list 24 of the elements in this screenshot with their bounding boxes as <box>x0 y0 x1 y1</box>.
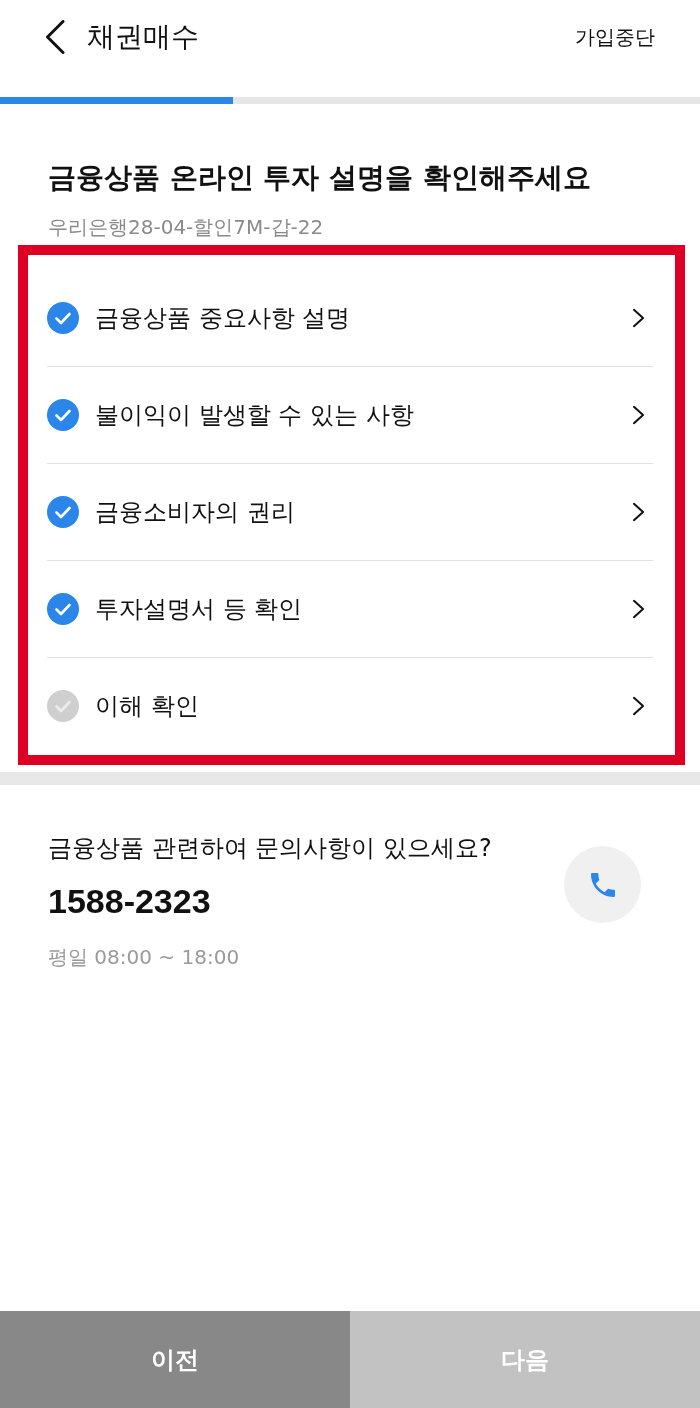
chevron-right-icon <box>632 405 645 425</box>
product-name: 우리은행28-04-할인7M-갑-22 <box>48 214 325 240</box>
item-label: 금융소비자의 권리 <box>95 497 296 528</box>
chevron-right-icon <box>632 599 645 619</box>
item-label: 불이익이 발생할 수 있는 사항 <box>95 400 415 431</box>
item-label: 투자설명서 등 확인 <box>95 594 304 625</box>
section-heading: 금융상품 온라인 투자 설명을 확인해주세요 <box>48 160 592 196</box>
checklist-item[interactable]: 투자설명서 등 확인 <box>47 561 653 658</box>
chevron-right-icon <box>632 696 645 716</box>
checklist-item[interactable]: 금융소비자의 권리 <box>47 464 653 561</box>
checklist-item[interactable]: 금융상품 중요사항 설명 <box>47 270 653 367</box>
inquiry-question: 금융상품 관련하여 문의사항이 있으세요? <box>48 833 492 864</box>
page-title: 채권매수 <box>87 19 199 55</box>
back-icon[interactable] <box>45 20 65 54</box>
quit-button[interactable]: 가입중단 <box>575 23 655 51</box>
business-hours: 평일 08:00 ~ 18:00 <box>48 944 241 971</box>
phone-number: 1588-2323 <box>48 881 212 921</box>
checklist-item[interactable]: 불이익이 발생할 수 있는 사항 <box>47 367 653 464</box>
chevron-right-icon <box>632 502 645 522</box>
item-label: 금융상품 중요사항 설명 <box>95 303 352 334</box>
item-label: 이해 확인 <box>95 691 200 722</box>
checklist-item[interactable]: 이해 확인 <box>47 658 653 754</box>
chevron-right-icon <box>632 308 645 328</box>
previous-button[interactable]: 이전 <box>0 1311 350 1408</box>
